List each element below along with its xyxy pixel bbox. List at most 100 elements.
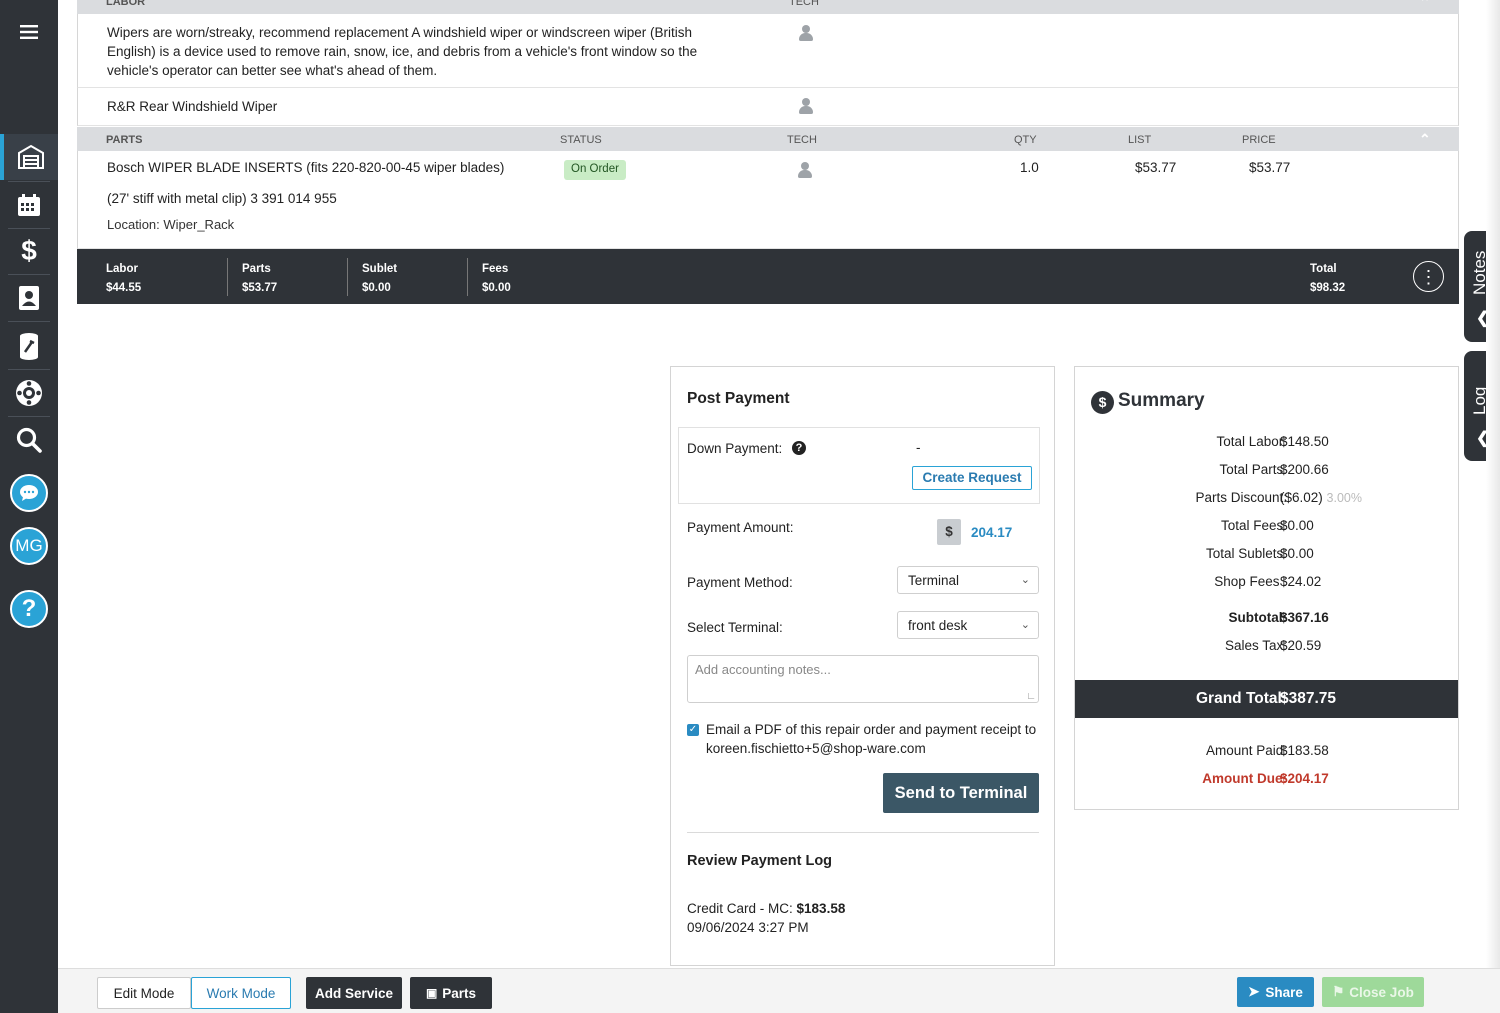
log-entry-method: Credit Card - MC:: [687, 901, 793, 916]
more-options-icon[interactable]: ⋮: [1413, 261, 1444, 292]
parts-header-label: PARTS: [106, 134, 143, 146]
currency-addon: $: [937, 519, 961, 545]
dollar-circle-icon: $: [1091, 391, 1114, 414]
bottom-toolbar: Edit Mode Work Mode Add Service ▣ Parts ➤…: [58, 968, 1500, 1013]
labor-header-label: LABOR: [106, 0, 146, 8]
down-payment-label: Down Payment:: [687, 441, 783, 456]
payment-amount-input[interactable]: 204.17: [971, 525, 1012, 540]
chevron-down-icon: ⌄: [1020, 619, 1030, 631]
main-content: LABOR TECH ⌃ Wipers are worn/streaky, re…: [58, 0, 1500, 1013]
labor-description: R&R Rear Windshield Wiper: [107, 99, 278, 114]
labor-tech-header: TECH: [789, 0, 819, 8]
summary-panel: $ Summary Total Labor: $148.50 Total Part…: [1074, 366, 1459, 810]
terminal-label: Select Terminal:: [687, 620, 783, 635]
log-entry-date: 09/06/2024 3:27 PM: [687, 920, 809, 935]
sidebar-item-profile[interactable]: MG: [0, 526, 58, 566]
discount-percent: 3.00%: [1326, 491, 1362, 505]
parts-inventory-icon: [20, 333, 38, 360]
labor-row[interactable]: R&R Rear Windshield Wiper: [77, 88, 1459, 126]
summary-title: Summary: [1118, 390, 1205, 411]
share-button-label: Share: [1265, 984, 1303, 1000]
parts-qty-header: QTY: [1014, 134, 1037, 146]
avatar-initials: MG: [15, 536, 43, 555]
parts-list-header: LIST: [1128, 134, 1152, 146]
work-mode-button[interactable]: Work Mode: [191, 977, 291, 1009]
payment-log-title: Review Payment Log: [687, 853, 833, 869]
parts-header: PARTS STATUS TECH QTY LIST PRICE ⌃: [77, 127, 1459, 151]
sidebar-item-money[interactable]: $: [0, 230, 58, 272]
part-price: $53.77: [1249, 160, 1291, 175]
scrollbar[interactable]: [1486, 0, 1500, 968]
job-total: Total $98.32: [1310, 263, 1346, 294]
sidebar-item-help[interactable]: ?: [0, 588, 58, 630]
sidebar-item-parts[interactable]: [0, 325, 58, 367]
menu-icon[interactable]: [0, 14, 58, 50]
parts-row[interactable]: Bosch WIPER BLADE INSERTS (fits 220-820-…: [77, 151, 1459, 249]
collapse-parts-icon[interactable]: ⌃: [1419, 131, 1431, 148]
help-circle-icon[interactable]: ?: [792, 441, 806, 455]
sidebar-item-search[interactable]: [0, 419, 58, 461]
fees-total: Fees $0.00: [482, 263, 511, 294]
payment-amount-label: Payment Amount:: [687, 520, 794, 535]
log-entry-amount: $183.58: [796, 901, 846, 916]
parts-button-label: Parts: [442, 985, 477, 1001]
sidebar: $ MG ?: [0, 0, 58, 1013]
help-icon: ?: [10, 590, 48, 628]
sidebar-item-chat[interactable]: [0, 473, 58, 513]
part-qty: 1.0: [1020, 160, 1039, 175]
chat-icon: [10, 474, 48, 512]
accounting-notes-textarea[interactable]: Add accounting notes... ∟: [687, 655, 1039, 703]
tech-assign-icon[interactable]: [799, 25, 813, 41]
close-job-button[interactable]: ⚑ Close Job: [1322, 977, 1424, 1007]
down-payment-value: -: [916, 440, 921, 455]
parts-section: PARTS STATUS TECH QTY LIST PRICE ⌃ Bosch…: [77, 127, 1459, 249]
parts-total: Parts $53.77: [242, 263, 278, 294]
tech-assign-icon[interactable]: [799, 98, 813, 114]
sidebar-item-tires[interactable]: [0, 372, 58, 414]
part-name: Bosch WIPER BLADE INSERTS (fits 220-820-…: [107, 160, 505, 175]
terminal-value: front desk: [908, 618, 968, 633]
payment-log-entry: Credit Card - MC: $183.58: [687, 901, 845, 916]
job-totals-bar: Labor $44.55 Parts $53.77 Sublet $0.00 Fees…: [77, 249, 1459, 304]
send-to-terminal-button[interactable]: Send to Terminal: [883, 773, 1039, 813]
tech-assign-icon[interactable]: [798, 162, 812, 178]
part-list-price: $53.77: [1135, 160, 1177, 175]
payment-method-value: Terminal: [908, 573, 960, 588]
labor-section: LABOR TECH ⌃ Wipers are worn/streaky, re…: [77, 0, 1459, 126]
avatar: MG: [10, 527, 48, 565]
terminal-select[interactable]: front desk ⌄: [897, 611, 1039, 639]
parts-status-header: STATUS: [560, 134, 602, 146]
labor-row[interactable]: Wipers are worn/streaky, recommend repla…: [77, 14, 1459, 88]
sidebar-item-calendar[interactable]: [0, 184, 58, 226]
parts-tech-header: TECH: [787, 134, 817, 146]
post-payment-panel: Post Payment Down Payment: ? - Create Re…: [670, 366, 1055, 966]
box-icon: ▣: [425, 986, 438, 1000]
payment-method-select[interactable]: Terminal ⌄: [897, 566, 1039, 594]
sublet-total: Sublet $0.00: [362, 263, 398, 294]
sidebar-item-shop[interactable]: [0, 134, 58, 180]
labor-total: Labor $44.55: [106, 263, 142, 294]
share-button[interactable]: ➤ Share: [1237, 977, 1314, 1007]
part-location: Location: Wiper_Rack: [107, 217, 235, 232]
add-service-button[interactable]: Add Service: [306, 977, 402, 1009]
resize-handle-icon[interactable]: ∟: [1026, 691, 1036, 702]
divider: [687, 832, 1039, 833]
collapse-labor-icon[interactable]: ⌃: [1419, 0, 1431, 11]
down-payment-box: Down Payment: ? - Create Request: [678, 427, 1040, 504]
search-icon: [16, 427, 42, 453]
parts-price-header: PRICE: [1242, 134, 1276, 146]
edit-mode-button[interactable]: Edit Mode: [97, 977, 191, 1009]
chevron-down-icon: ⌄: [1020, 574, 1030, 586]
status-badge[interactable]: On Order: [564, 160, 626, 180]
notes-placeholder: Add accounting notes...: [695, 662, 831, 677]
grand-total-bar: Grand Total: $387.75: [1075, 680, 1458, 718]
labor-header: LABOR TECH ⌃: [77, 0, 1459, 14]
parts-button[interactable]: ▣ Parts: [410, 977, 492, 1009]
create-request-button[interactable]: Create Request: [912, 466, 1032, 490]
payment-method-label: Payment Method:: [687, 575, 793, 590]
calendar-icon: [18, 194, 40, 216]
sidebar-item-contacts[interactable]: [0, 277, 58, 319]
dollar-icon: $: [21, 235, 37, 266]
contacts-icon: [19, 286, 39, 310]
email-checkbox[interactable]: ✓: [687, 724, 699, 736]
